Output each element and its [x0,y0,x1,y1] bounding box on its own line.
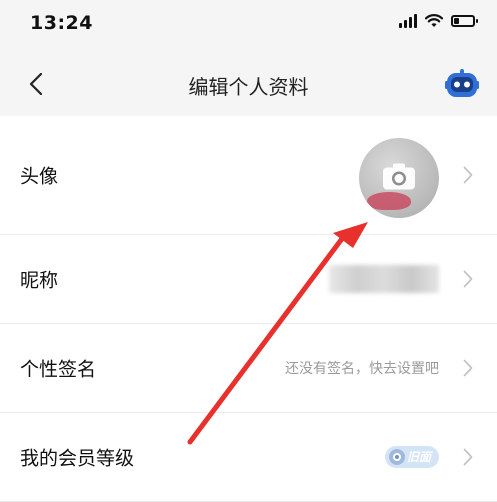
chevron-right-icon [463,166,473,184]
robot-icon [445,69,479,97]
gear-badge-icon [388,449,405,465]
chevron-right-icon [463,270,473,288]
wifi-icon [425,14,443,27]
membership-badge: 旧面 [384,446,439,468]
battery-icon [451,15,478,27]
nickname-row-label: 昵称 [20,269,59,292]
avatar[interactable] [359,138,439,218]
status-icons [399,14,478,28]
status-bar: 13:24 [0,0,497,52]
nickname-value-redacted [329,265,439,293]
status-time: 13:24 [30,12,93,34]
chevron-right-icon [463,359,473,377]
signal-icon [399,14,417,28]
signature-placeholder: 还没有签名，快去设置吧 [285,361,439,377]
signature-row-label: 个性签名 [20,358,97,381]
profile-settings-list: 头像 昵称 个性签名 还没有签名，快去设置吧 我的会员等级 旧面 [0,116,497,502]
battery-level [454,18,459,24]
page-title: 编辑个人资料 [188,75,309,99]
chevron-right-icon [463,448,473,466]
membership-badge-label: 旧面 [406,450,431,464]
avatar-row[interactable]: 头像 [0,116,497,235]
nav-bar: 编辑个人资料 [0,52,497,116]
membership-level-row-label: 我的会员等级 [20,447,135,470]
avatar-row-label: 头像 [20,165,59,188]
nickname-row[interactable]: 昵称 [0,235,497,324]
assistant-button[interactable] [445,68,479,100]
membership-level-row[interactable]: 我的会员等级 旧面 [0,413,497,502]
camera-icon [383,163,415,190]
signature-row[interactable]: 个性签名 还没有签名，快去设置吧 [0,324,497,413]
avatar-photo-detail [367,192,411,210]
